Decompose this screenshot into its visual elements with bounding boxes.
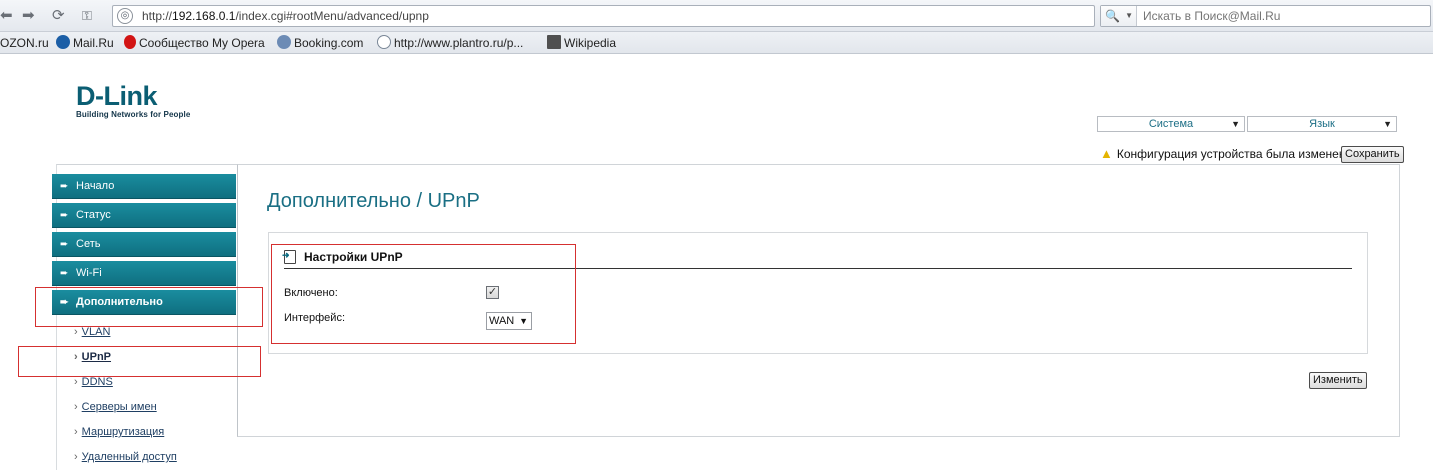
bookmark-my-opera[interactable]: Сообщество My Opera: [124, 35, 265, 51]
bookmark-label: OZON.ru: [0, 36, 49, 50]
system-menu-label: Система: [1148, 118, 1194, 130]
search-input[interactable]: [1141, 7, 1426, 25]
save-button[interactable]: Сохранить: [1341, 146, 1404, 163]
system-menu[interactable]: Система ▼: [1097, 116, 1245, 132]
forward-arrow-icon[interactable]: ➡: [22, 6, 35, 26]
opera-icon: [124, 35, 136, 49]
subnav-item-label: VLAN: [81, 326, 111, 338]
chevron-down-icon: ▼: [1383, 119, 1392, 129]
url-prefix: http://: [142, 9, 173, 23]
logo-tagline: Building Networks for People: [76, 110, 191, 119]
address-bar[interactable]: ◎ http://192.168.0.1/index.cgi#rootMenu/…: [112, 5, 1095, 27]
url-path: /index.cgi#rootMenu/advanced/upnp: [235, 9, 429, 23]
page-title: Дополнительно / UPnP: [267, 190, 480, 212]
subnav-item-label: Маршрутизация: [81, 426, 165, 438]
bookmark-label: http://www.plantro.ru/p...: [394, 36, 524, 50]
arrow-right-icon: ➨: [60, 210, 69, 221]
url-host: 192.168.0.1: [172, 9, 236, 23]
back-arrow-icon[interactable]: ⬅: [0, 6, 13, 26]
address-url[interactable]: http://192.168.0.1/index.cgi#rootMenu/ad…: [142, 9, 429, 23]
at-sign-icon: [56, 35, 70, 49]
wikipedia-icon: [547, 35, 561, 49]
nav-item-label: Сеть: [76, 238, 101, 250]
search-engine-selector[interactable]: 🔍 ▼: [1101, 6, 1137, 26]
bookmark-label: Сообщество My Opera: [139, 36, 265, 50]
bullet-icon: ›: [74, 426, 78, 438]
logo-text: D-Link: [76, 81, 158, 111]
highlight-box-upnp: [18, 346, 261, 377]
nav-item-label: Статус: [76, 209, 111, 221]
bullet-icon: ›: [74, 451, 78, 463]
bookmark-ozon[interactable]: OZON.ru: [0, 35, 49, 51]
browser-toolbar: ⬅ ➡ ⟳ ⚿ ◎ http://192.168.0.1/index.cgi#r…: [0, 0, 1433, 32]
subnav-item-label: Удаленный доступ: [81, 451, 177, 463]
nav-item-home[interactable]: ➨ Начало: [52, 174, 236, 199]
nav-item-wifi[interactable]: ➨ Wi-Fi: [52, 261, 236, 286]
search-engine-icon: 🔍: [1105, 9, 1120, 23]
nav-item-label: Wi-Fi: [76, 267, 102, 279]
highlight-box-settings: [271, 244, 576, 344]
dlink-logo: D-Link Building Networks for People: [76, 82, 190, 119]
subnav-item-routing[interactable]: › Маршрутизация: [74, 426, 164, 438]
subnav-item-ddns[interactable]: › DDNS: [74, 376, 113, 388]
nav-item-label: Начало: [76, 180, 115, 192]
bookmark-label: Wikipedia: [564, 36, 617, 50]
subnav-item-label: Серверы имен: [81, 401, 157, 413]
chevron-down-icon: ▼: [1125, 11, 1133, 20]
bookmark-label: Booking.com: [294, 36, 364, 50]
language-menu[interactable]: Язык ▼: [1247, 116, 1397, 132]
bookmarks-bar: OZON.ru Mail.Ru Сообщество My Opera Book…: [0, 32, 1433, 54]
wifi-feed-icon: [377, 35, 391, 49]
warning-icon: ▲: [1100, 146, 1113, 161]
bookmark-wikipedia[interactable]: Wikipedia: [547, 35, 616, 51]
globe-icon: ◎: [117, 8, 133, 24]
config-changed-notice: ▲ Конфигурация устройства была изменена: [1100, 146, 1352, 161]
arrow-right-icon: ➨: [60, 268, 69, 279]
arrow-right-icon: ➨: [60, 239, 69, 250]
arrow-right-icon: ➨: [60, 181, 69, 192]
nav-item-status[interactable]: ➨ Статус: [52, 203, 236, 228]
chevron-down-icon: ▼: [1231, 119, 1240, 129]
bookmark-mailru[interactable]: Mail.Ru: [56, 35, 114, 51]
subnav-item-label: DDNS: [81, 376, 113, 388]
key-icon[interactable]: ⚿: [82, 6, 92, 26]
nav-item-network[interactable]: ➨ Сеть: [52, 232, 236, 257]
bullet-icon: ›: [74, 401, 78, 413]
bookmark-booking[interactable]: Booking.com: [277, 35, 363, 51]
subnav-item-vlan[interactable]: › VLAN: [74, 326, 110, 338]
bullet-icon: ›: [74, 376, 78, 388]
bookmark-label: Mail.Ru: [73, 36, 114, 50]
subnav-item-remote-access[interactable]: › Удаленный доступ: [74, 451, 177, 463]
language-menu-label: Язык: [1309, 118, 1335, 130]
reload-icon[interactable]: ⟳: [52, 6, 65, 26]
apply-button[interactable]: Изменить: [1309, 372, 1367, 389]
subnav-item-dns-servers[interactable]: › Серверы имен: [74, 401, 157, 413]
notice-text: Конфигурация устройства была изменена: [1116, 147, 1353, 161]
bullet-icon: ›: [74, 326, 78, 338]
globe-icon: [277, 35, 291, 49]
highlight-box-advanced: [35, 287, 263, 327]
search-box[interactable]: 🔍 ▼: [1100, 5, 1431, 27]
bookmark-plantro[interactable]: http://www.plantro.ru/p...: [377, 35, 523, 51]
